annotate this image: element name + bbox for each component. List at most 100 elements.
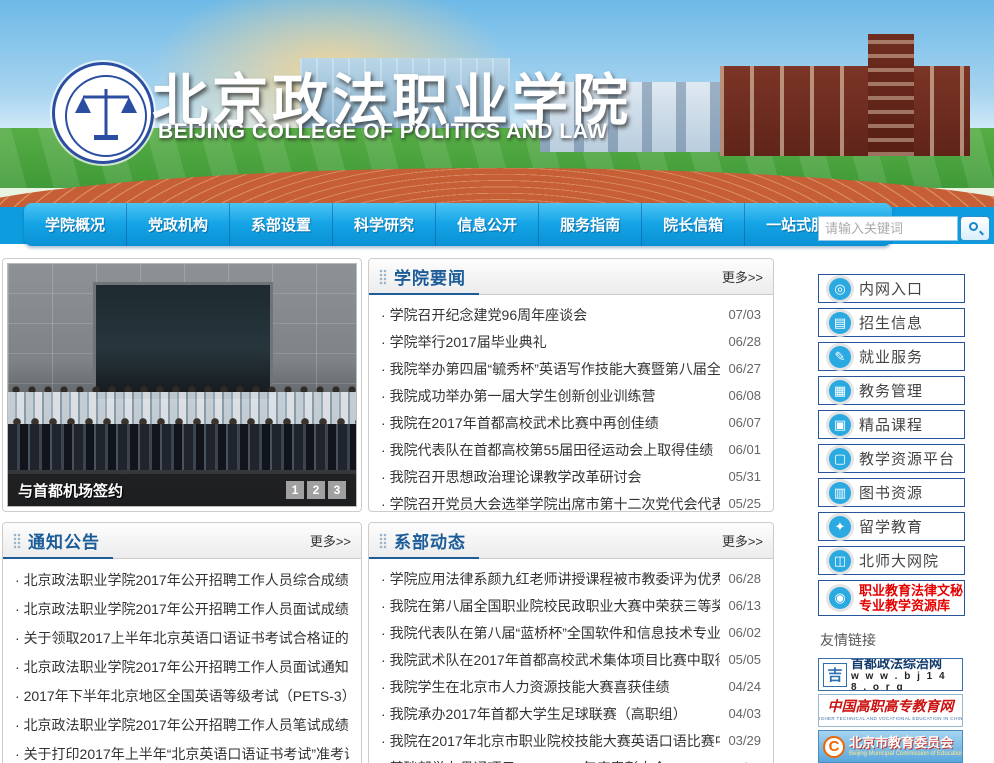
department-item[interactable]: 我院学生在北京市人力资源技能大赛喜获佳绩 04/24	[381, 673, 761, 700]
notice-item[interactable]: 北京政法职业学院2017年公开招聘工作人员面试成绩公告	[15, 594, 349, 623]
news-more-link[interactable]: 更多>>	[722, 267, 763, 286]
news-box: 学院要闻 更多>> 学院召开纪念建党96周年座谈会 07/03 学院举行2017…	[368, 258, 774, 512]
sidebar-button[interactable]: ▢ 教学资源平台	[818, 444, 965, 473]
sidebar-button-label: 精品课程	[859, 414, 923, 435]
nav-menu-item[interactable]: 系部设置	[230, 203, 333, 246]
slideshow-page-button[interactable]: 2	[307, 481, 325, 499]
department-item-date: 06/02	[728, 625, 761, 640]
resource-library-label: 职业教育法律文秘 专业教学资源库	[859, 583, 963, 613]
dots-icon	[13, 533, 21, 549]
notice-item-text: 北京政法职业学院2017年公开招聘工作人员面试成绩公告	[15, 599, 349, 619]
slideshow-page-button[interactable]: 1	[286, 481, 304, 499]
link-banner-vocational-education[interactable]: 中国高职高专教育网 HIGHER TECHNICAL AND VOCATIONA…	[818, 694, 963, 727]
main-menu: 学院概况党政机构系部设置科学研究信息公开服务指南院长信箱一站式服务平台	[24, 203, 892, 246]
department-item-text: 我院代表队在第八届“蓝桥杯”全国软件和信息技术专业	[381, 623, 720, 643]
photo-crowd-front	[8, 424, 356, 470]
slideshow-pagination: 123	[286, 481, 346, 499]
departments-title: 系部动态	[394, 528, 466, 553]
shield-icon: ◉	[829, 587, 851, 609]
monitor-icon: ▢	[829, 448, 851, 470]
news-header: 学院要闻 更多>>	[369, 259, 773, 295]
sidebar-button-label: 图书资源	[859, 482, 923, 503]
news-item[interactable]: 学院召开纪念建党96周年座谈会 07/03	[381, 301, 761, 328]
sidebar-button[interactable]: ◫ 北师大网院	[818, 546, 965, 575]
news-item-text: 学院召开纪念建党96周年座谈会	[381, 305, 720, 325]
sidebar-button[interactable]: ▦ 教务管理	[818, 376, 965, 405]
sidebar-button[interactable]: ◎ 内网入口	[818, 274, 965, 303]
news-item[interactable]: 学院举行2017届毕业典礼 06/28	[381, 328, 761, 355]
document-icon: ▤	[829, 312, 851, 334]
nav-menu-item[interactable]: 服务指南	[539, 203, 642, 246]
department-item[interactable]: 我院承办2017年首都大学生足球联赛（高职组） 04/03	[381, 700, 761, 727]
news-item[interactable]: 我院成功举办第一届大学生创新创业训练营 06/08	[381, 382, 761, 409]
sidebar-button[interactable]: ▣ 精品课程	[818, 410, 965, 439]
dots-icon	[379, 533, 387, 549]
friendly-links-title: 友情链接	[820, 630, 965, 650]
notices-title-underline	[3, 557, 113, 559]
news-title: 学院要闻	[394, 264, 466, 289]
nav-menu-item[interactable]: 学院概况	[24, 203, 127, 246]
homepage: 北京政法职业学院 BEIJING COLLEGE OF POLITICS AND…	[0, 0, 994, 763]
resource-library-button[interactable]: ◉ 职业教育法律文秘 专业教学资源库	[818, 580, 965, 616]
slideshow-photo[interactable]: 与首都机场签约 123	[7, 263, 357, 507]
link-banner-education-commission[interactable]: C 北京市教育委员会 Beijing Municipal Commission …	[818, 730, 963, 763]
news-item-text: 我院举办第四届“毓秀杯”英语写作技能大赛暨第八届全	[381, 359, 720, 379]
departments-more-link[interactable]: 更多>>	[722, 531, 763, 550]
notice-item-text: 关于领取2017上半年北京英语口语证书考试合格证的通知	[15, 628, 349, 648]
notices-list: 北京政法职业学院2017年公开招聘工作人员综合成绩及考察 北京政法职业学院201…	[3, 559, 361, 763]
news-item[interactable]: 学院召开党员大会选举学院出席市第十二次党代会代表 05/25	[381, 490, 761, 512]
department-item-date: 04/03	[728, 706, 761, 721]
department-item-date: 03/29	[728, 733, 761, 748]
notice-item[interactable]: 关于领取2017上半年北京英语口语证书考试合格证的通知	[15, 623, 349, 652]
departments-list: 学院应用法律系颜九红老师讲授课程被市教委评为优秀课 06/28 我院在第八届全国…	[369, 559, 773, 763]
notice-item[interactable]: 关于打印2017年上半年“北京英语口语证书考试”准考证的	[15, 739, 349, 763]
news-item[interactable]: 我院召开思想政治理论课教学改革研讨会 05/31	[381, 463, 761, 490]
news-item[interactable]: 我院举办第四届“毓秀杯”英语写作技能大赛暨第八届全 06/27	[381, 355, 761, 382]
sidebar-button-label: 留学教育	[859, 516, 923, 537]
slideshow-page-button[interactable]: 3	[328, 481, 346, 499]
notice-item-text: 关于打印2017年上半年“北京英语口语证书考试”准考证的	[15, 744, 349, 763]
search-input[interactable]	[818, 216, 958, 241]
search-button[interactable]	[960, 216, 990, 241]
notice-item[interactable]: 2017年下半年北京地区全国英语等级考试（PETS-3）报名通知	[15, 681, 349, 710]
sidebar-button[interactable]: ✎ 就业服务	[818, 342, 965, 371]
department-item[interactable]: 我院武术队在2017年首都高校武术集体项目比赛中取得优异 05/05	[381, 646, 761, 673]
notices-header: 通知公告 更多>>	[3, 523, 361, 559]
sidebar-button[interactable]: ✦ 留学教育	[818, 512, 965, 541]
nav-menu-item[interactable]: 党政机构	[127, 203, 230, 246]
department-item-date: 06/28	[728, 571, 761, 586]
department-item[interactable]: 我院代表队在第八届“蓝桥杯”全国软件和信息技术专业 06/02	[381, 619, 761, 646]
slideshow-caption: 与首都机场签约	[18, 480, 286, 501]
header-banner: 北京政法职业学院 BEIJING COLLEGE OF POLITICS AND…	[0, 0, 994, 207]
department-item[interactable]: 学院应用法律系颜九红老师讲授课程被市教委评为优秀课 06/28	[381, 565, 761, 592]
nav-menu-item[interactable]: 科学研究	[333, 203, 436, 246]
notice-item[interactable]: 北京政法职业学院2017年公开招聘工作人员笔试成绩及面试	[15, 710, 349, 739]
department-item-date: 04/24	[728, 679, 761, 694]
notice-item[interactable]: 北京政法职业学院2017年公开招聘工作人员面试通知（管理	[15, 652, 349, 681]
news-item[interactable]: 我院代表队在首都高校第55届田径运动会上取得佳绩 06/01	[381, 436, 761, 463]
sidebar-button[interactable]: ▤ 招生信息	[818, 308, 965, 337]
notice-item[interactable]: 北京政法职业学院2017年公开招聘工作人员综合成绩及考察	[15, 565, 349, 594]
link-banner-bj148[interactable]: 吉 首都政法综治网 w w w . b j 1 4 8 . o r g	[818, 658, 963, 691]
department-item[interactable]: 基础部举办贯通项目2016-2017年度表彰大会 03/23	[381, 754, 761, 763]
intranet-icon: ◎	[829, 278, 851, 300]
sidebar-button-label: 北师大网院	[859, 550, 939, 571]
banner-tower	[868, 34, 914, 156]
college-logo	[52, 62, 154, 164]
news-item-text: 我院代表队在首都高校第55届田径运动会上取得佳绩	[381, 440, 720, 460]
department-item-text: 学院应用法律系颜九红老师讲授课程被市教委评为优秀课	[381, 569, 720, 589]
nav-menu-item[interactable]: 信息公开	[436, 203, 539, 246]
notices-more-link[interactable]: 更多>>	[310, 531, 351, 550]
department-item[interactable]: 我院在第八届全国职业院校民政职业大赛中荣获三等奖 06/13	[381, 592, 761, 619]
department-item-date: 06/13	[728, 598, 761, 613]
department-item[interactable]: 我院在2017年北京市职业院校技能大赛英语口语比赛中再创 03/29	[381, 727, 761, 754]
sidebar-button[interactable]: ▥ 图书资源	[818, 478, 965, 507]
building-icon: ◫	[829, 550, 851, 572]
nav-menu-item[interactable]: 院长信箱	[642, 203, 745, 246]
tool-icon: ✎	[829, 346, 851, 368]
news-item[interactable]: 我院在2017年首都高校武术比赛中再创佳绩 06/07	[381, 409, 761, 436]
department-item-text: 我院在第八届全国职业院校民政职业大赛中荣获三等奖	[381, 596, 720, 616]
departments-box: 系部动态 更多>> 学院应用法律系颜九红老师讲授课程被市教委评为优秀课 06/2…	[368, 522, 774, 763]
news-item-date: 06/28	[728, 334, 761, 349]
department-item-text: 我院武术队在2017年首都高校武术集体项目比赛中取得优异	[381, 650, 720, 670]
